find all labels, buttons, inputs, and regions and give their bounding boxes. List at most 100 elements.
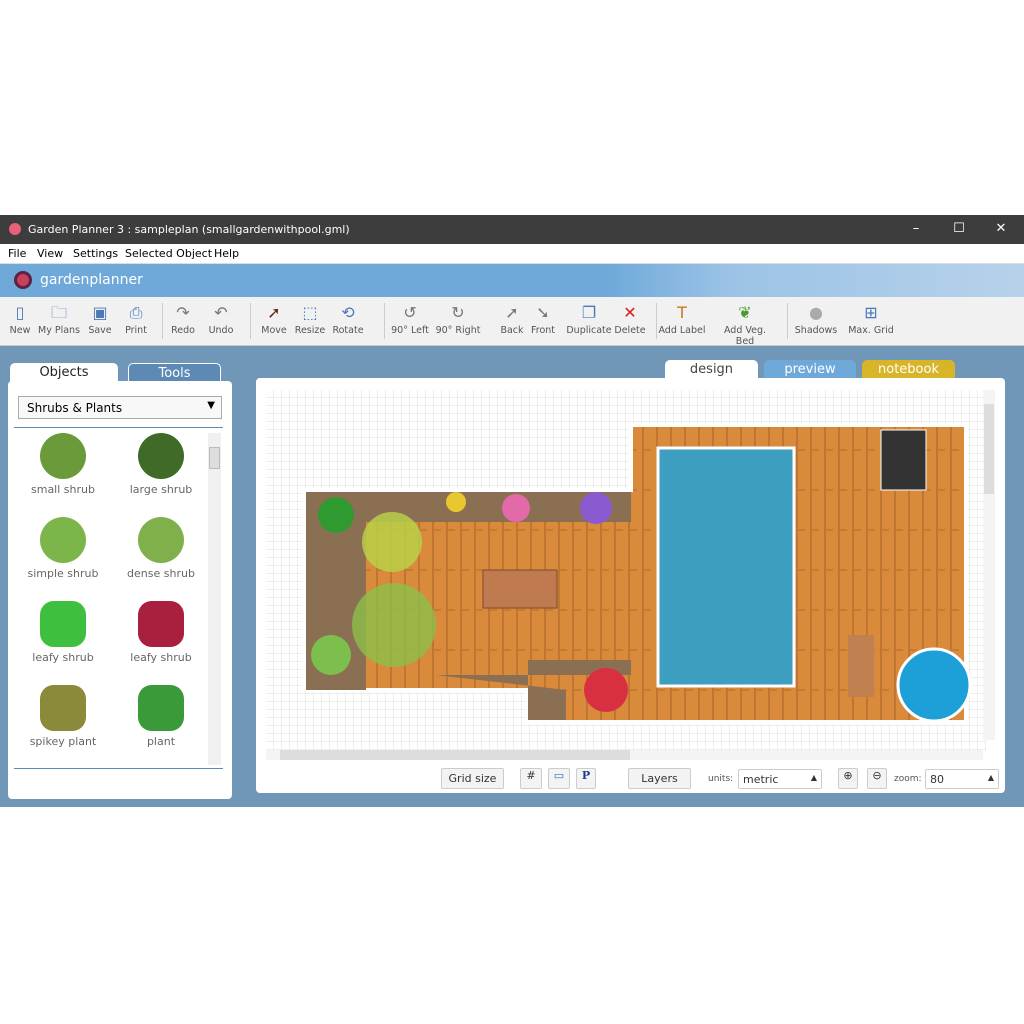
- toolbar-label: Undo: [208, 325, 234, 336]
- plant-label: spikey plant: [29, 735, 97, 748]
- rotate-right-icon: ↻: [451, 303, 465, 322]
- shrub[interactable]: [352, 583, 436, 667]
- delete-icon: ✕: [623, 303, 637, 322]
- toolbar-label: Delete: [614, 325, 646, 336]
- ruler-icon[interactable]: ▭: [548, 768, 570, 789]
- shrub[interactable]: [362, 512, 422, 572]
- plant-item[interactable]: spikey plant: [14, 685, 112, 748]
- toolbar-shadows-button[interactable]: ● Shadows: [788, 301, 844, 336]
- tab-notebook[interactable]: notebook: [862, 360, 955, 380]
- design-panel: Grid size # ▭ P Layers units: metric ▲ ⊕ …: [256, 378, 1005, 793]
- plant-icon: [138, 685, 184, 731]
- toolbar-label: Max. Grid: [848, 325, 894, 336]
- small-shrub-icon: [40, 433, 86, 479]
- plant-labels-icon[interactable]: P: [576, 768, 596, 789]
- plant-label: dense shrub: [127, 567, 195, 580]
- toolbar-max-grid-button[interactable]: ⊞ Max. Grid: [843, 301, 899, 336]
- garden-canvas[interactable]: [266, 390, 986, 750]
- toolbar-separator: [384, 303, 385, 339]
- toolbar-add-label-button[interactable]: T Add Label: [654, 301, 710, 336]
- divider: [14, 427, 223, 428]
- menu-selected-object[interactable]: Selected Object: [125, 247, 212, 260]
- max-grid-icon: ⊞: [864, 303, 878, 322]
- toolbar: ▯ New 🗀 My Plans ▣ Save ⎙ Print ↷ Redo ↶ Undo ➚ Move ⬚…: [0, 297, 1024, 347]
- category-dropdown[interactable]: Shrubs & Plants ▼: [18, 396, 222, 419]
- tab-tools[interactable]: Tools: [128, 363, 221, 383]
- zoom-value: 80: [930, 773, 944, 786]
- toolbar-label: 90° Right: [435, 325, 481, 336]
- grid-size-button[interactable]: Grid size: [441, 768, 504, 789]
- plant-item[interactable]: large shrub: [112, 433, 210, 496]
- horizontal-scrollbar[interactable]: [266, 750, 983, 760]
- plant-item[interactable]: simple shrub: [14, 517, 112, 580]
- plant-item[interactable]: dense shrub: [112, 517, 210, 580]
- lounger[interactable]: [848, 635, 874, 697]
- plant-label: leafy shrub: [32, 651, 94, 664]
- vertical-scrollbar[interactable]: [983, 390, 995, 740]
- shrub[interactable]: [318, 497, 354, 533]
- toolbar-separator: [250, 303, 251, 339]
- sofa[interactable]: [880, 429, 927, 491]
- leafy-shrub-icon: [40, 601, 86, 647]
- toolbar-separator: [787, 303, 788, 339]
- minimize-button[interactable]: –: [906, 221, 926, 236]
- flowers[interactable]: [502, 494, 530, 522]
- brand-banner: gardenplanner: [0, 264, 1024, 297]
- toolbar-add-veg-bed-button[interactable]: ❦ Add Veg. Bed: [717, 301, 773, 347]
- menu-settings[interactable]: Settings: [73, 247, 118, 260]
- zoom-in-icon[interactable]: ⊕: [838, 768, 858, 789]
- category-value: Shrubs & Plants: [27, 401, 123, 415]
- maximize-button[interactable]: ☐: [949, 221, 969, 236]
- layers-button[interactable]: Layers: [628, 768, 691, 789]
- swimming-pool[interactable]: [656, 446, 796, 688]
- shrub[interactable]: [311, 635, 351, 675]
- plant-item[interactable]: leafy shrub: [14, 601, 112, 664]
- toolbar-label: Rotate: [332, 325, 364, 336]
- toolbar-90-right-button[interactable]: ↻ 90° Right: [430, 301, 486, 336]
- toolbar-rotate-button[interactable]: ⟲ Rotate: [320, 301, 376, 336]
- toolbar-delete-button[interactable]: ✕ Delete: [602, 301, 658, 336]
- toolbar-label: Add Label: [658, 325, 706, 336]
- scrollbar-thumb[interactable]: [984, 404, 994, 494]
- tab-objects[interactable]: Objects: [10, 363, 118, 383]
- units-select[interactable]: metric ▲: [738, 769, 822, 789]
- tab-preview[interactable]: preview: [764, 360, 856, 380]
- flowers[interactable]: [446, 492, 466, 512]
- flowers[interactable]: [584, 668, 628, 712]
- large-shrub-icon: [138, 433, 184, 479]
- menu-file[interactable]: File: [8, 247, 26, 260]
- simple-shrub-icon: [40, 517, 86, 563]
- close-button[interactable]: ✕: [991, 221, 1011, 236]
- flowers[interactable]: [580, 492, 612, 524]
- table[interactable]: [482, 569, 558, 609]
- plant-label: large shrub: [129, 483, 193, 496]
- chevron-down-icon: ▼: [207, 400, 215, 411]
- text-label-icon: T: [677, 303, 687, 322]
- title-bar: Garden Planner 3 : sampleplan (smallgard…: [0, 215, 1024, 244]
- app-logo-icon: [9, 223, 21, 235]
- units-label: units:: [708, 774, 734, 784]
- dense-shrub-icon: [138, 517, 184, 563]
- scrollbar-thumb[interactable]: [209, 447, 220, 469]
- menu-bar: File View Settings Selected Object Help: [0, 244, 1024, 264]
- scrollbar-thumb[interactable]: [280, 750, 630, 760]
- plant-item[interactable]: small shrub: [14, 433, 112, 496]
- menu-help[interactable]: Help: [214, 247, 239, 260]
- leafy-shrub-icon: [138, 601, 184, 647]
- zoom-input[interactable]: 80 ▲: [925, 769, 999, 789]
- spikey-plant-icon: [40, 685, 86, 731]
- grid-toggle-icon[interactable]: #: [520, 768, 542, 789]
- rotate-icon: ⟲: [341, 303, 355, 322]
- plant-label: leafy shrub: [130, 651, 192, 664]
- shadows-icon: ●: [809, 303, 823, 322]
- plant-item[interactable]: leafy shrub: [112, 601, 210, 664]
- toolbar-label: Shadows: [794, 325, 838, 336]
- plant-item[interactable]: plant: [112, 685, 210, 748]
- toolbar-separator: [162, 303, 163, 339]
- parasol[interactable]: [896, 647, 972, 723]
- divider: [14, 768, 223, 769]
- toolbar-undo-button[interactable]: ↶ Undo: [193, 301, 249, 336]
- menu-view[interactable]: View: [37, 247, 63, 260]
- tab-design[interactable]: design: [665, 360, 758, 380]
- zoom-out-icon[interactable]: ⊖: [867, 768, 887, 789]
